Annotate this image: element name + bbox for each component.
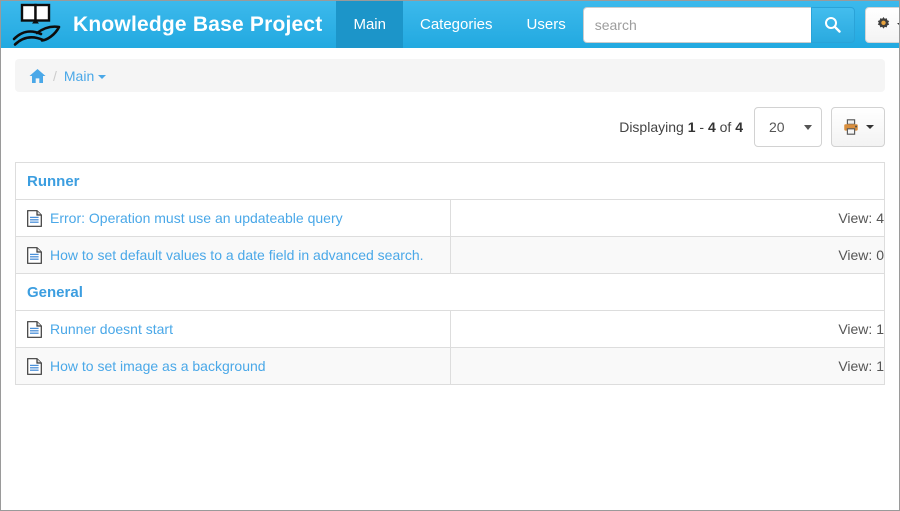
navbar-right-controls <box>582 1 899 48</box>
displaying-status: Displaying 1 - 4 of 4 <box>619 119 743 135</box>
displaying-prefix: Displaying <box>619 119 684 135</box>
article-cell: Runner doesnt start <box>16 320 450 338</box>
article-cell: Error: Operation must use an updateable … <box>16 209 450 227</box>
breadcrumb-current-label: Main <box>63 67 95 84</box>
chevron-down-icon <box>896 22 899 27</box>
page-size-value: 20 <box>769 119 785 135</box>
settings-button[interactable] <box>864 6 899 43</box>
primary-nav: Main Categories Users <box>336 1 582 48</box>
list-toolbar: Displaying 1 - 4 of 4 20 <box>1 92 899 147</box>
table-group-header-row: Runner <box>16 163 884 200</box>
print-button[interactable] <box>831 107 885 147</box>
article-views: View: 1 <box>449 347 884 385</box>
breadcrumb-separator: / <box>53 67 57 84</box>
document-icon <box>27 209 42 227</box>
nav-item-categories[interactable]: Categories <box>403 1 510 48</box>
article-link[interactable]: How to set default values to a date fiel… <box>50 247 424 263</box>
document-icon <box>27 246 42 264</box>
displaying-of-label: of <box>719 119 732 135</box>
article-link[interactable]: How to set image as a background <box>50 358 266 374</box>
articles-table-wrapper: Runner Error: Operation must use an upda… <box>15 162 885 385</box>
article-views: View: 1 <box>449 310 884 348</box>
table-group-header-row: General <box>16 273 884 311</box>
nav-item-main[interactable]: Main <box>336 1 403 48</box>
breadcrumb-current-link[interactable]: Main <box>63 67 107 84</box>
table-row[interactable]: Runner doesnt start View: 1 <box>16 310 884 348</box>
article-link[interactable]: Runner doesnt start <box>50 321 173 337</box>
displaying-range-dash: - <box>699 119 705 135</box>
search-button[interactable] <box>810 6 855 43</box>
printer-icon <box>844 119 858 135</box>
article-cell: How to set image as a background <box>16 357 450 375</box>
displaying-range-start: 1 <box>687 119 696 135</box>
displaying-range-end: 4 <box>707 119 716 135</box>
article-views: View: 4 <box>449 199 884 237</box>
search-input[interactable] <box>582 6 811 43</box>
nav-item-users[interactable]: Users <box>510 1 583 48</box>
breadcrumb-wrapper: / Main <box>1 48 899 92</box>
displaying-total: 4 <box>735 119 743 135</box>
breadcrumb-home-link[interactable] <box>29 68 46 84</box>
article-views: View: 0 <box>449 236 884 274</box>
chevron-down-icon <box>804 124 812 130</box>
group-title: General <box>27 283 83 301</box>
table-row[interactable]: How to set image as a background View: 1 <box>16 347 884 385</box>
search-group <box>582 6 855 43</box>
home-icon <box>29 68 46 83</box>
group-title: Runner <box>27 172 80 190</box>
open-book-hand-icon <box>12 3 61 46</box>
article-link[interactable]: Error: Operation must use an updateable … <box>50 210 343 226</box>
articles-table: Runner Error: Operation must use an upda… <box>16 163 884 385</box>
brand-link[interactable]: Knowledge Base Project <box>1 1 336 48</box>
breadcrumb: / Main <box>15 59 885 92</box>
app-viewport: Knowledge Base Project Main Categories U… <box>0 0 900 511</box>
chevron-down-icon <box>866 125 874 129</box>
table-row[interactable]: How to set default values to a date fiel… <box>16 236 884 274</box>
chevron-down-icon <box>98 74 107 79</box>
brand-title: Knowledge Base Project <box>73 12 323 36</box>
document-icon <box>27 320 42 338</box>
table-row[interactable]: Error: Operation must use an updateable … <box>16 199 884 237</box>
search-icon <box>825 17 841 33</box>
page-size-select[interactable]: 20 <box>754 107 822 147</box>
gear-icon <box>877 17 889 29</box>
document-icon <box>27 357 42 375</box>
top-navbar: Knowledge Base Project Main Categories U… <box>1 1 899 48</box>
article-cell: How to set default values to a date fiel… <box>16 246 450 264</box>
